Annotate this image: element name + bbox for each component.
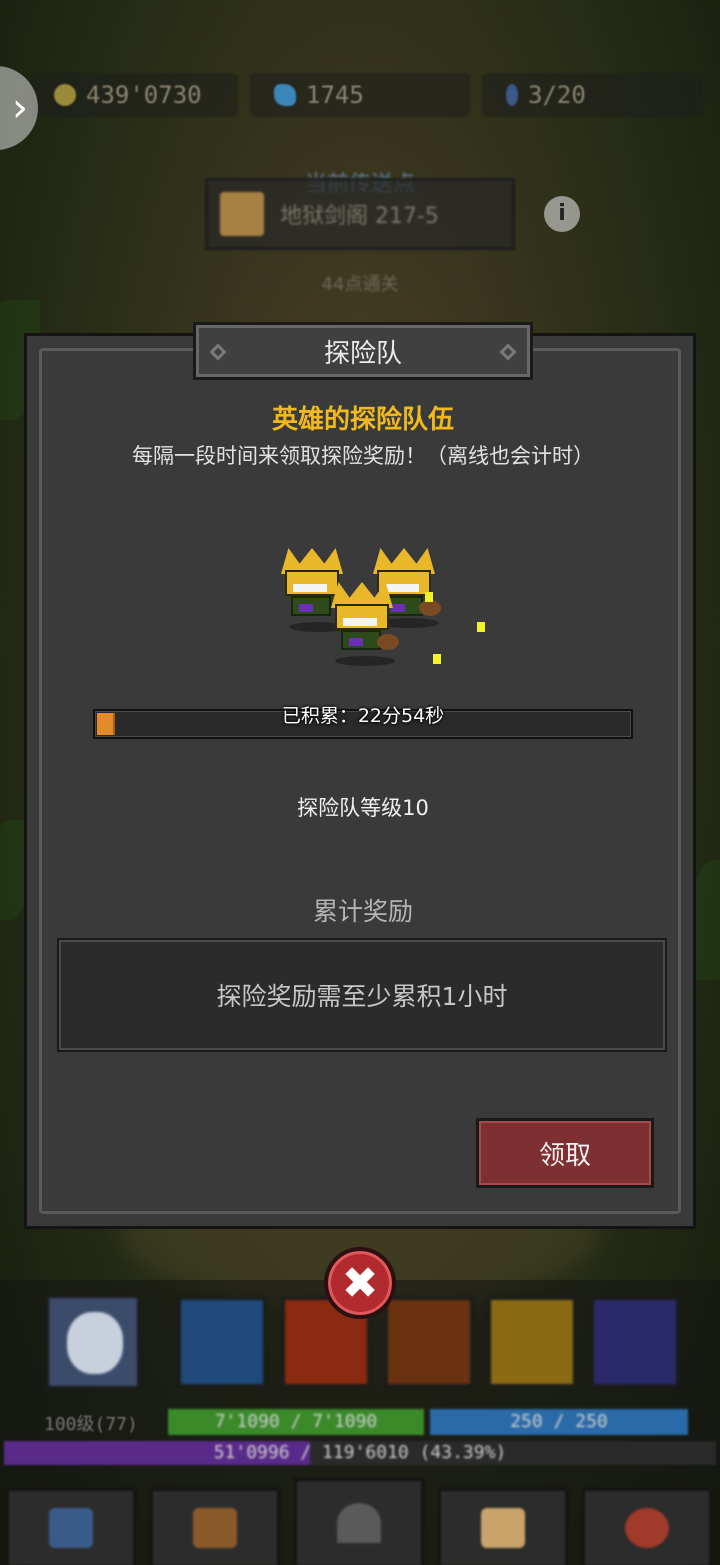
rewards-title: 累计奖励 [312,897,413,926]
skill-slot-meteor[interactable] [385,1297,473,1387]
nav-hero[interactable] [6,1488,136,1565]
claim-button-label: 领取 [538,1140,591,1171]
claim-button[interactable]: 领取 [476,1118,654,1188]
teleport-location[interactable]: 地狱剑阁 217-5 [205,178,515,250]
hp-bar: 7'1090 / 7'1090 [168,1409,424,1435]
plate-ornament [499,343,517,361]
key-value: 3/20 [528,81,586,109]
close-button[interactable]: ✖ [324,1247,396,1319]
gem-value: 1745 [306,81,364,109]
hero-level: 100级(77) [44,1414,138,1435]
gem-icon [274,84,296,106]
gold-counter: 439'0730 [30,73,238,117]
expedition-team-sprites [279,542,499,682]
skill-slot-light[interactable] [488,1297,576,1387]
sparkle [433,654,441,664]
nav-battle[interactable] [294,1478,424,1565]
pass-text: 44点通关 [321,274,399,295]
accumulation-progress-bar: 已积累：22分54秒 [93,705,633,739]
sprite-shadow [335,656,395,666]
team-level: 探险队等级10 [297,796,429,820]
exp-bar: 51'0996 / 119'6010 (43.39%) [4,1441,716,1465]
nav-settings[interactable] [582,1488,712,1565]
mp-bar: 250 / 250 [430,1409,688,1435]
sparkle [425,592,433,602]
gold-value: 439'0730 [86,81,202,109]
close-icon: ✖ [341,1257,379,1309]
skill-slot-ice[interactable] [178,1297,266,1387]
modal-title: 探险队 [323,338,402,369]
modal-frame [39,348,681,1214]
sparkle [477,622,485,632]
coin-icon [54,84,76,106]
key-icon [506,84,518,106]
chevron-right-icon: › [12,85,28,131]
plate-ornament [209,343,227,361]
rewards-box: 探险奖励需至少累积1小时 [57,938,667,1052]
hero-portrait[interactable] [46,1295,140,1389]
scroll-icon [220,192,264,236]
modal-subtitle: 每隔一段时间来领取探险奖励！（离线也会计时） [132,444,594,468]
nav-bag[interactable] [150,1488,280,1565]
teleport-location-text: 地狱剑阁 217-5 [280,204,439,229]
nav-book[interactable] [438,1488,568,1565]
rewards-message: 探险奖励需至少累积1小时 [216,982,508,1011]
key-counter: 3/20 [482,73,702,117]
modal-heading: 英雄的探险队伍 [271,405,454,435]
progress-label: 已积累：22分54秒 [281,705,445,727]
skill-slot-arcane[interactable] [591,1297,679,1387]
modal-title-plate: 探险队 [193,322,533,380]
info-icon[interactable]: i [544,196,580,232]
cat-hero-sprite [331,582,399,652]
gem-counter: 1745 [250,73,470,117]
expedition-modal: 探险队 英雄的探险队伍 每隔一段时间来领取探险奖励！（离线也会计时） 已积累：2… [24,322,696,1229]
